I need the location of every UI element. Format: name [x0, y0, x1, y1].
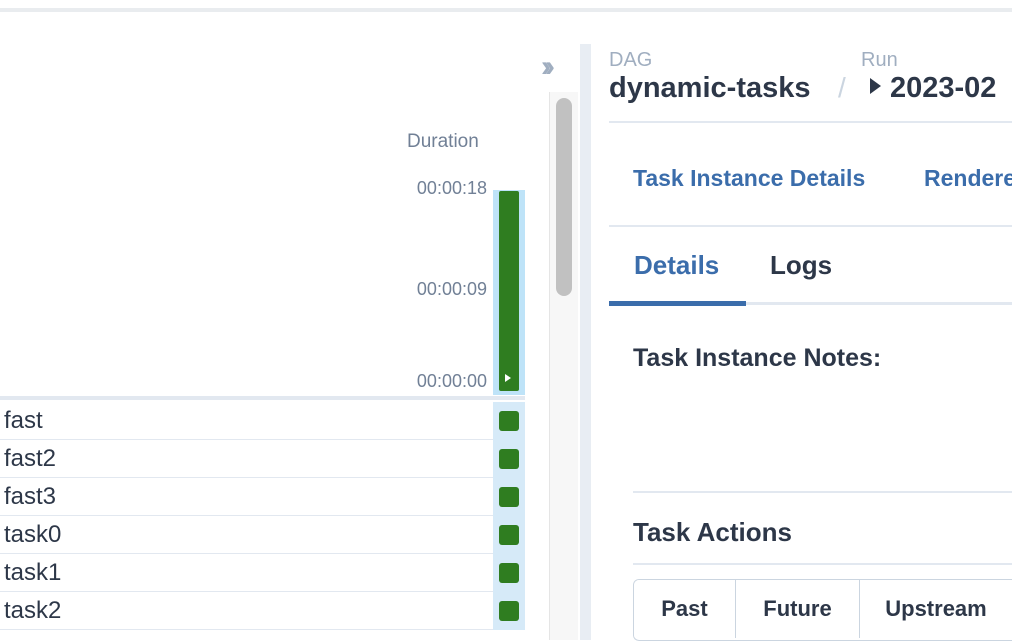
- task-name[interactable]: task1: [4, 559, 61, 587]
- breadcrumb-separator: /: [838, 72, 846, 103]
- task-status-box[interactable]: [499, 525, 519, 545]
- task-actions-button-group: Past Future Upstream: [633, 579, 1012, 641]
- upstream-button[interactable]: Upstream: [860, 580, 1012, 638]
- task-row[interactable]: fast: [0, 402, 525, 440]
- task-status-box[interactable]: [499, 601, 519, 621]
- chevron-double-right-icon[interactable]: ››: [541, 52, 555, 82]
- grid-separator: [0, 396, 525, 400]
- scrollbar-thumb[interactable]: [556, 98, 572, 296]
- play-icon: [505, 374, 511, 382]
- task-instance-details-link[interactable]: Task Instance Details: [633, 165, 865, 192]
- rendered-template-link[interactable]: Rendered: [924, 165, 1012, 192]
- future-button[interactable]: Future: [736, 580, 860, 638]
- breadcrumb-run-link[interactable]: 2023-02: [890, 72, 996, 105]
- breadcrumb-run-label: Run: [861, 49, 898, 71]
- tab-details[interactable]: Details: [634, 250, 719, 281]
- duration-tick-max: 00:00:18: [416, 178, 487, 198]
- task-status-box[interactable]: [499, 563, 519, 583]
- past-button[interactable]: Past: [634, 580, 736, 638]
- task-name[interactable]: task0: [4, 521, 61, 549]
- top-border: [0, 8, 1012, 12]
- panel-resize-divider[interactable]: [580, 44, 591, 640]
- task-status-box[interactable]: [499, 449, 519, 469]
- task-actions-heading: Task Actions: [633, 517, 792, 547]
- links-divider: [609, 225, 1012, 227]
- task-row[interactable]: task1: [0, 554, 525, 592]
- breadcrumb-dag-label: DAG: [609, 49, 653, 71]
- task-name[interactable]: fast: [4, 407, 43, 435]
- task-row[interactable]: task0: [0, 516, 525, 554]
- header-divider: [609, 121, 1012, 123]
- active-tab-indicator: [609, 301, 746, 306]
- task-status-box[interactable]: [499, 411, 519, 431]
- run-duration-bar[interactable]: [499, 191, 519, 391]
- task-list: fast fast2 fast3 task0 task1 task2: [0, 402, 525, 630]
- duration-tick-min: 00:00:00: [416, 371, 487, 391]
- task-status-box[interactable]: [499, 487, 519, 507]
- actions-divider: [633, 563, 1012, 565]
- task-name[interactable]: fast2: [4, 445, 56, 473]
- duration-tick-mid: 00:00:09: [416, 279, 487, 299]
- run-play-icon: [870, 78, 881, 94]
- breadcrumb-dag-link[interactable]: dynamic-tasks: [609, 72, 811, 105]
- task-row[interactable]: fast2: [0, 440, 525, 478]
- tab-logs[interactable]: Logs: [770, 250, 832, 281]
- task-notes-heading: Task Instance Notes:: [633, 344, 882, 372]
- task-row[interactable]: task2: [0, 592, 525, 630]
- task-name[interactable]: fast3: [4, 483, 56, 511]
- task-name[interactable]: task2: [4, 597, 61, 625]
- notes-divider: [633, 491, 1012, 493]
- duration-header: Duration: [407, 131, 479, 152]
- task-row[interactable]: fast3: [0, 478, 525, 516]
